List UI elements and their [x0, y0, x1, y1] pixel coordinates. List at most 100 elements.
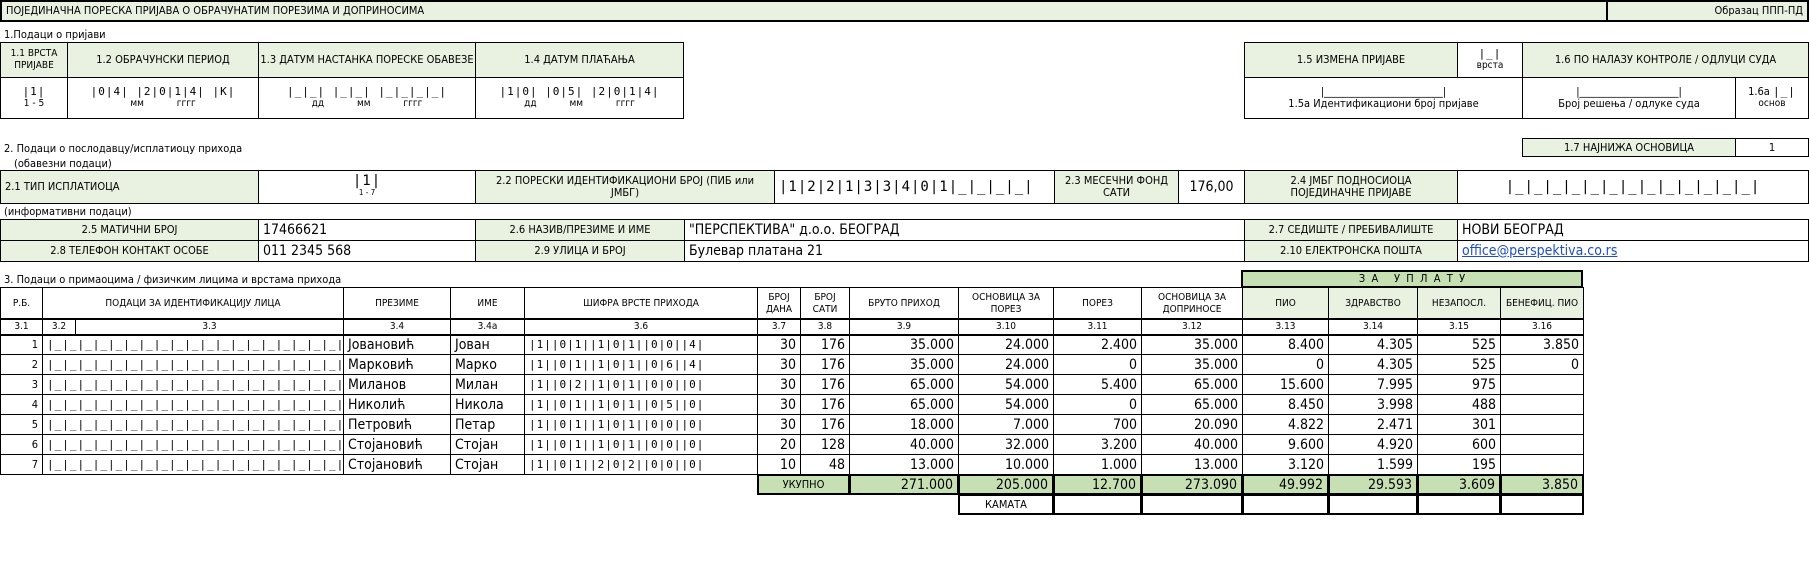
name-cell[interactable]: Петар	[450, 414, 525, 435]
f29-field[interactable]: Булевар платана 21	[684, 240, 1245, 262]
col-header[interactable]: ПИО	[1242, 287, 1329, 320]
total-porez[interactable]: 12.700	[1053, 474, 1142, 495]
person-id-field[interactable]: |_|_|_|_|_|_|_|_|_|_|_|_|_|_|_|_|_|_|_|	[42, 414, 344, 435]
value-cell-bruto[interactable]: 65.000	[849, 394, 959, 415]
surname-cell[interactable]: Јовановић	[343, 334, 451, 355]
value-cell-porez[interactable]: 5.400	[1053, 374, 1142, 395]
value-cell-porez[interactable]: 700	[1053, 414, 1142, 435]
value-cell-osn_porez[interactable]: 10.000	[958, 454, 1054, 475]
col-header[interactable]: НЕЗАПОСЛ.	[1417, 287, 1501, 320]
value-cell-zdr[interactable]: 3.998	[1328, 394, 1418, 415]
surname-cell[interactable]: Миланов	[343, 374, 451, 395]
value-cell-dana[interactable]: 30	[757, 414, 801, 435]
row-number[interactable]: 6	[0, 434, 43, 455]
income-code-cell[interactable]: |1||0|1||1|0|1||0|0||0|	[524, 414, 758, 435]
total-zdr[interactable]: 29.593	[1328, 474, 1418, 495]
value-cell-pio[interactable]: 3.120	[1242, 454, 1329, 475]
col-header[interactable]: БРОЈ САТИ	[800, 287, 850, 320]
name-cell[interactable]: Стојан	[450, 454, 525, 475]
value-cell-nez[interactable]: 600	[1417, 434, 1501, 455]
income-code-cell[interactable]: |1||0|1||1|0|1||0|0||4|	[524, 334, 758, 355]
col-header[interactable]: ШИФРА ВРСТЕ ПРИХОДА	[524, 287, 758, 320]
interest-cell[interactable]	[1328, 494, 1418, 515]
person-id-field[interactable]: |_|_|_|_|_|_|_|_|_|_|_|_|_|_|_|_|_|_|_|	[42, 354, 344, 375]
value-cell-ben[interactable]	[1500, 414, 1584, 435]
email-link[interactable]: office@perspektiva.co.rs	[1462, 244, 1617, 258]
col-header[interactable]: ОСНОВИЦА ЗА ДОПРИНОСЕ	[1141, 287, 1243, 320]
value-cell-nez[interactable]: 301	[1417, 414, 1501, 435]
value-cell-zdr[interactable]: 7.995	[1328, 374, 1418, 395]
value-cell-sati[interactable]: 176	[800, 354, 850, 375]
name-cell[interactable]: Никола	[450, 394, 525, 415]
f24-field[interactable]: |_|_|_|_|_|_|_|_|_|_|_|_|_|	[1457, 170, 1809, 204]
row-number[interactable]: 4	[0, 394, 43, 415]
interest-cell[interactable]	[1500, 494, 1584, 515]
interest-label[interactable]: КАМАТА	[958, 494, 1054, 515]
col-header[interactable]: ИМЕ	[450, 287, 525, 320]
f16a-field[interactable]: 1.6а |_| основ	[1735, 77, 1809, 119]
f25-field[interactable]: 17466621	[258, 219, 476, 241]
surname-cell[interactable]: Стојановић	[343, 434, 451, 455]
value-cell-osn_dopr[interactable]: 35.000	[1141, 334, 1243, 355]
value-cell-zdr[interactable]: 1.599	[1328, 454, 1418, 475]
surname-cell[interactable]: Стојановић	[343, 454, 451, 475]
value-cell-sati[interactable]: 48	[800, 454, 850, 475]
value-cell-osn_porez[interactable]: 7.000	[958, 414, 1054, 435]
row-number[interactable]: 5	[0, 414, 43, 435]
value-cell-sati[interactable]: 176	[800, 374, 850, 395]
interest-cell[interactable]	[1242, 494, 1329, 515]
total-bruto[interactable]: 271.000	[849, 474, 959, 495]
value-cell-pio[interactable]: 4.822	[1242, 414, 1329, 435]
value-cell-bruto[interactable]: 35.000	[849, 354, 959, 375]
value-cell-osn_dopr[interactable]: 35.000	[1141, 354, 1243, 375]
value-cell-bruto[interactable]: 13.000	[849, 454, 959, 475]
col-header[interactable]: БЕНЕФИЦ. ПИО	[1500, 287, 1584, 320]
value-cell-zdr[interactable]: 4.305	[1328, 334, 1418, 355]
col-header[interactable]: ЗДРАВСТВО	[1328, 287, 1418, 320]
value-cell-nez[interactable]: 525	[1417, 334, 1501, 355]
surname-cell[interactable]: Николић	[343, 394, 451, 415]
value-cell-osn_porez[interactable]: 24.000	[958, 354, 1054, 375]
col-header[interactable]: ПОДАЦИ ЗА ИДЕНТИФИКАЦИЈУ ЛИЦА	[42, 287, 344, 320]
value-cell-zdr[interactable]: 4.305	[1328, 354, 1418, 375]
col-header[interactable]: ПОРЕЗ	[1053, 287, 1142, 320]
col-header[interactable]: БРОЈ ДАНА	[757, 287, 801, 320]
value-cell-sati[interactable]: 176	[800, 414, 850, 435]
value-cell-dana[interactable]: 20	[757, 434, 801, 455]
name-cell[interactable]: Милан	[450, 374, 525, 395]
value-cell-zdr[interactable]: 2.471	[1328, 414, 1418, 435]
value-cell-nez[interactable]: 488	[1417, 394, 1501, 415]
value-cell-porez[interactable]: 1.000	[1053, 454, 1142, 475]
value-cell-bruto[interactable]: 65.000	[849, 374, 959, 395]
value-cell-dana[interactable]: 30	[757, 354, 801, 375]
person-id-field[interactable]: |_|_|_|_|_|_|_|_|_|_|_|_|_|_|_|_|_|_|_|	[42, 334, 344, 355]
f17-field[interactable]: 1	[1735, 138, 1809, 157]
value-cell-dana[interactable]: 30	[757, 334, 801, 355]
value-cell-bruto[interactable]: 40.000	[849, 434, 959, 455]
income-code-cell[interactable]: |1||0|1||2|0|2||0|0||0|	[524, 454, 758, 475]
interest-cell[interactable]	[1053, 494, 1142, 515]
f210-field[interactable]: office@perspektiva.co.rs	[1457, 240, 1809, 262]
col-header[interactable]: БРУТО ПРИХОД	[849, 287, 959, 320]
value-cell-pio[interactable]: 9.600	[1242, 434, 1329, 455]
total-label[interactable]: УКУПНО	[757, 474, 850, 495]
value-cell-ben[interactable]	[1500, 434, 1584, 455]
income-code-cell[interactable]: |1||0|1||1|0|1||0|0||0|	[524, 434, 758, 455]
col-header[interactable]: Р.Б.	[0, 287, 43, 320]
value-cell-ben[interactable]	[1500, 454, 1584, 475]
value-cell-porez[interactable]: 0	[1053, 354, 1142, 375]
person-id-field[interactable]: |_|_|_|_|_|_|_|_|_|_|_|_|_|_|_|_|_|_|_|	[42, 454, 344, 475]
surname-cell[interactable]: Петровић	[343, 414, 451, 435]
value-cell-osn_dopr[interactable]: 65.000	[1141, 394, 1243, 415]
total-pio[interactable]: 49.992	[1242, 474, 1329, 495]
f14-field[interactable]: |1|0| |0|5| |2|0|1|4| дд мм гггг	[475, 77, 684, 119]
interest-cell[interactable]	[1141, 494, 1243, 515]
row-number[interactable]: 7	[0, 454, 43, 475]
total-osn_dopr[interactable]: 273.090	[1141, 474, 1243, 495]
name-cell[interactable]: Јован	[450, 334, 525, 355]
value-cell-osn_dopr[interactable]: 13.000	[1141, 454, 1243, 475]
value-cell-ben[interactable]	[1500, 394, 1584, 415]
name-cell[interactable]: Марко	[450, 354, 525, 375]
value-cell-dana[interactable]: 10	[757, 454, 801, 475]
income-code-cell[interactable]: |1||0|1||1|0|1||0|6||4|	[524, 354, 758, 375]
